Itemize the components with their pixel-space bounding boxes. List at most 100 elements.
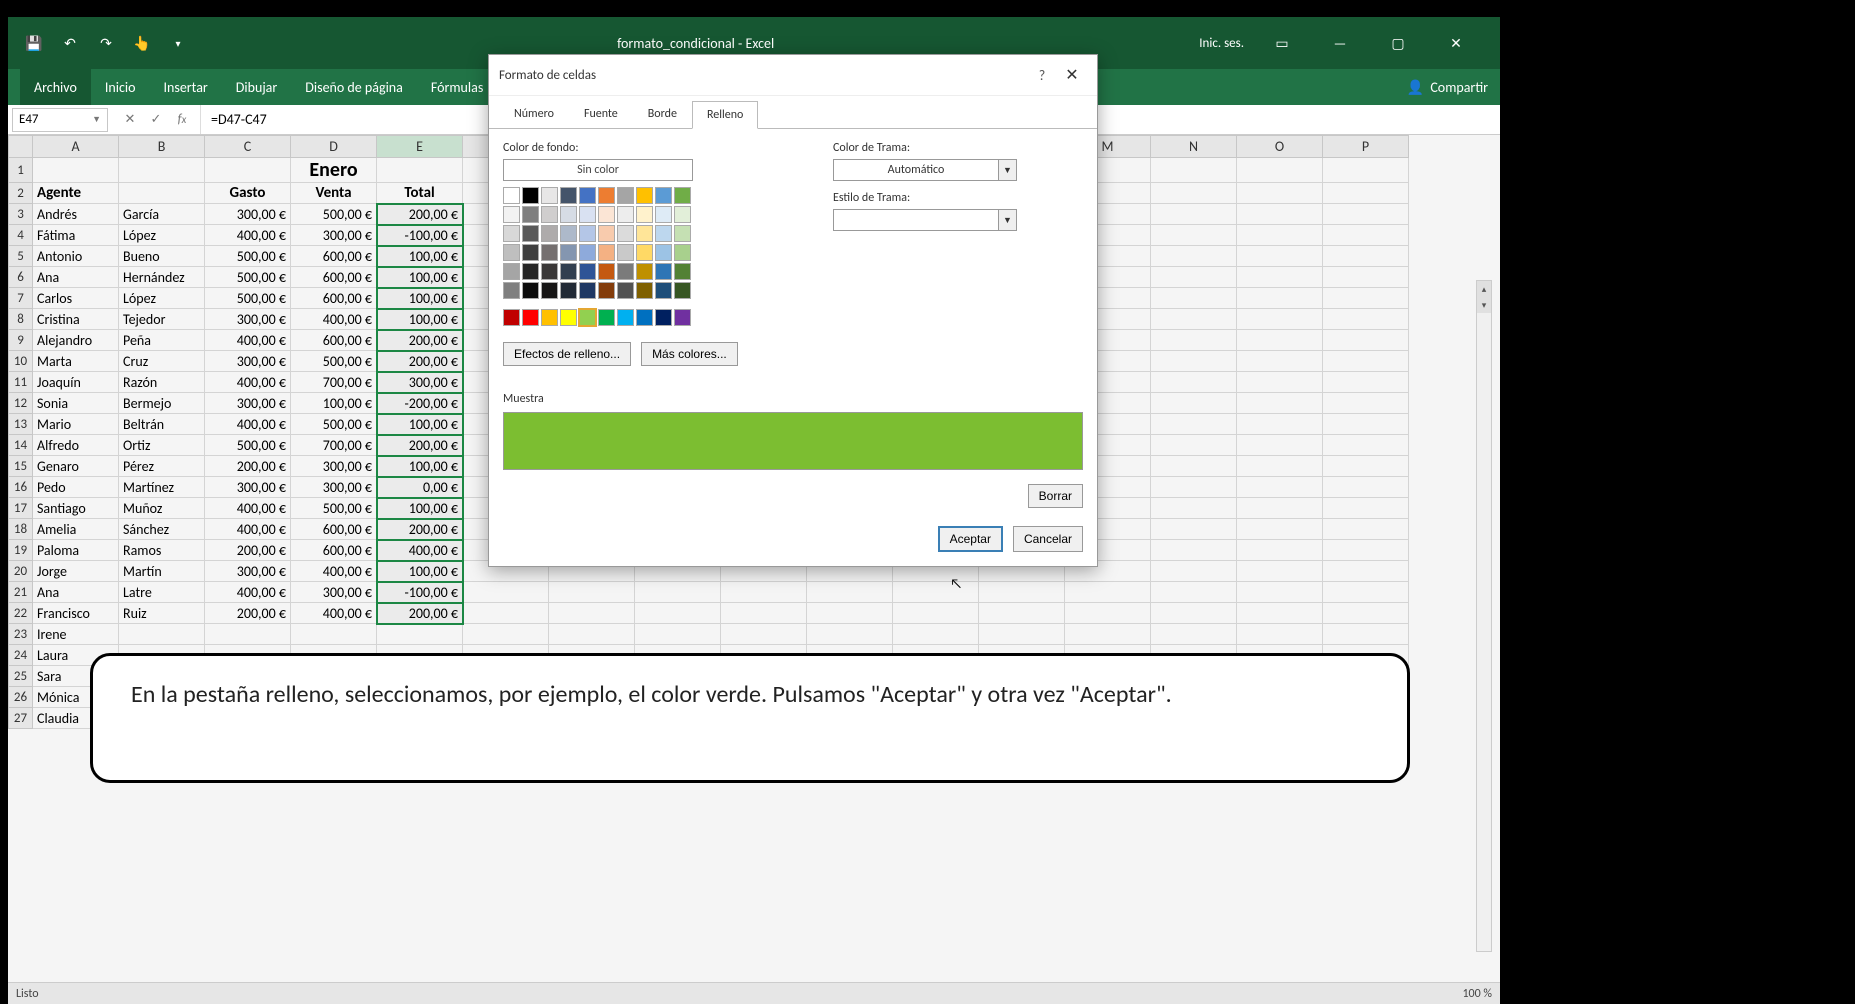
color-swatch[interactable] (636, 282, 653, 299)
color-swatch[interactable] (636, 187, 653, 204)
color-swatch[interactable] (674, 206, 691, 223)
cell[interactable] (721, 582, 807, 603)
cell[interactable]: Enero (291, 158, 377, 183)
cell[interactable]: Cruz (119, 351, 205, 372)
cell[interactable] (1151, 498, 1237, 519)
color-swatch[interactable] (674, 187, 691, 204)
cell[interactable] (1151, 158, 1237, 183)
maximize-icon[interactable]: ▢ (1378, 23, 1418, 63)
cell[interactable] (1323, 603, 1409, 624)
row-header[interactable]: 16 (9, 477, 33, 498)
cell[interactable] (1151, 351, 1237, 372)
cell[interactable] (1237, 414, 1323, 435)
no-color-button[interactable]: Sin color (503, 159, 693, 181)
row-header[interactable]: 25 (9, 666, 33, 687)
color-swatch[interactable] (655, 263, 672, 280)
cell[interactable]: 600,00 € (291, 540, 377, 561)
column-header-b[interactable]: B (119, 136, 205, 158)
cell[interactable]: Sánchez (119, 519, 205, 540)
color-swatch[interactable] (541, 187, 558, 204)
cell[interactable]: 600,00 € (291, 330, 377, 351)
color-swatch[interactable] (617, 282, 634, 299)
row-header[interactable]: 23 (9, 624, 33, 645)
color-swatch[interactable] (579, 244, 596, 261)
row-header[interactable]: 14 (9, 435, 33, 456)
color-swatch[interactable] (522, 187, 539, 204)
cell[interactable]: Sonia (33, 393, 119, 414)
cell[interactable] (1237, 183, 1323, 204)
cell[interactable] (119, 158, 205, 183)
cell[interactable] (1237, 351, 1323, 372)
cell[interactable] (1323, 477, 1409, 498)
cell[interactable] (1323, 582, 1409, 603)
cell[interactable] (1151, 519, 1237, 540)
cell[interactable]: 200,00 € (377, 435, 463, 456)
minimize-icon[interactable]: — (1320, 23, 1360, 63)
column-header-c[interactable]: C (205, 136, 291, 158)
signin-button[interactable]: Inic. ses. (1199, 36, 1244, 51)
column-header-o[interactable]: O (1237, 136, 1323, 158)
cell[interactable]: 500,00 € (205, 435, 291, 456)
cell[interactable]: Jorge (33, 561, 119, 582)
cell[interactable]: 400,00 € (205, 414, 291, 435)
cell[interactable] (1237, 372, 1323, 393)
cell[interactable]: 600,00 € (291, 288, 377, 309)
scroll-up-icon[interactable]: ▴ (1477, 281, 1491, 297)
row-header[interactable]: 8 (9, 309, 33, 330)
cell[interactable] (979, 624, 1065, 645)
touch-mode-icon[interactable]: 👆 (128, 29, 156, 57)
cell[interactable] (1151, 183, 1237, 204)
chevron-down-icon[interactable]: ▼ (998, 160, 1016, 180)
cell[interactable]: 400,00 € (291, 603, 377, 624)
color-swatch[interactable] (617, 263, 634, 280)
color-swatch[interactable] (674, 263, 691, 280)
cell[interactable] (1323, 351, 1409, 372)
cell[interactable] (1237, 225, 1323, 246)
color-swatch[interactable] (636, 263, 653, 280)
cell[interactable]: Ruiz (119, 603, 205, 624)
cell[interactable]: Martínez (119, 477, 205, 498)
cell[interactable] (1237, 561, 1323, 582)
cell[interactable]: López (119, 225, 205, 246)
chevron-down-icon[interactable]: ▼ (92, 114, 101, 125)
cell[interactable]: 400,00 € (291, 561, 377, 582)
color-swatch[interactable] (617, 244, 634, 261)
vertical-scrollbar[interactable]: ▴ ▾ (1476, 280, 1492, 952)
cell[interactable]: Antonio (33, 246, 119, 267)
row-header[interactable]: 18 (9, 519, 33, 540)
dialog-tab-borde[interactable]: Borde (633, 100, 692, 128)
help-icon[interactable]: ? (1027, 63, 1057, 87)
color-swatch[interactable] (522, 244, 539, 261)
color-swatch[interactable] (522, 206, 539, 223)
color-swatch[interactable] (522, 263, 539, 280)
cell[interactable]: 200,00 € (205, 603, 291, 624)
cell[interactable]: 500,00 € (205, 267, 291, 288)
cell[interactable]: Beltrán (119, 414, 205, 435)
tab-insertar[interactable]: Insertar (149, 69, 221, 105)
cell[interactable]: 100,00 € (377, 456, 463, 477)
cell[interactable]: Bermejo (119, 393, 205, 414)
cancel-button[interactable]: Cancelar (1013, 526, 1083, 552)
cell[interactable] (1323, 267, 1409, 288)
cell[interactable] (893, 603, 979, 624)
row-header[interactable]: 9 (9, 330, 33, 351)
cell[interactable] (463, 582, 549, 603)
color-swatch[interactable] (636, 309, 653, 326)
cell[interactable]: García (119, 204, 205, 225)
ribbon-display-icon[interactable]: ▭ (1262, 23, 1302, 63)
color-swatch[interactable] (598, 206, 615, 223)
cell[interactable]: Amelia (33, 519, 119, 540)
cell[interactable] (1323, 519, 1409, 540)
cell[interactable] (463, 624, 549, 645)
color-swatch[interactable] (541, 206, 558, 223)
pattern-style-combo[interactable]: ▼ (833, 209, 1017, 231)
cell[interactable]: 400,00 € (205, 519, 291, 540)
cell[interactable] (1237, 267, 1323, 288)
column-header-p[interactable]: P (1323, 136, 1409, 158)
cell[interactable]: Gasto (205, 183, 291, 204)
cell[interactable]: 100,00 € (377, 309, 463, 330)
select-all-corner[interactable] (9, 136, 33, 158)
color-swatch[interactable] (655, 225, 672, 242)
cell[interactable] (205, 158, 291, 183)
cell[interactable] (1151, 561, 1237, 582)
